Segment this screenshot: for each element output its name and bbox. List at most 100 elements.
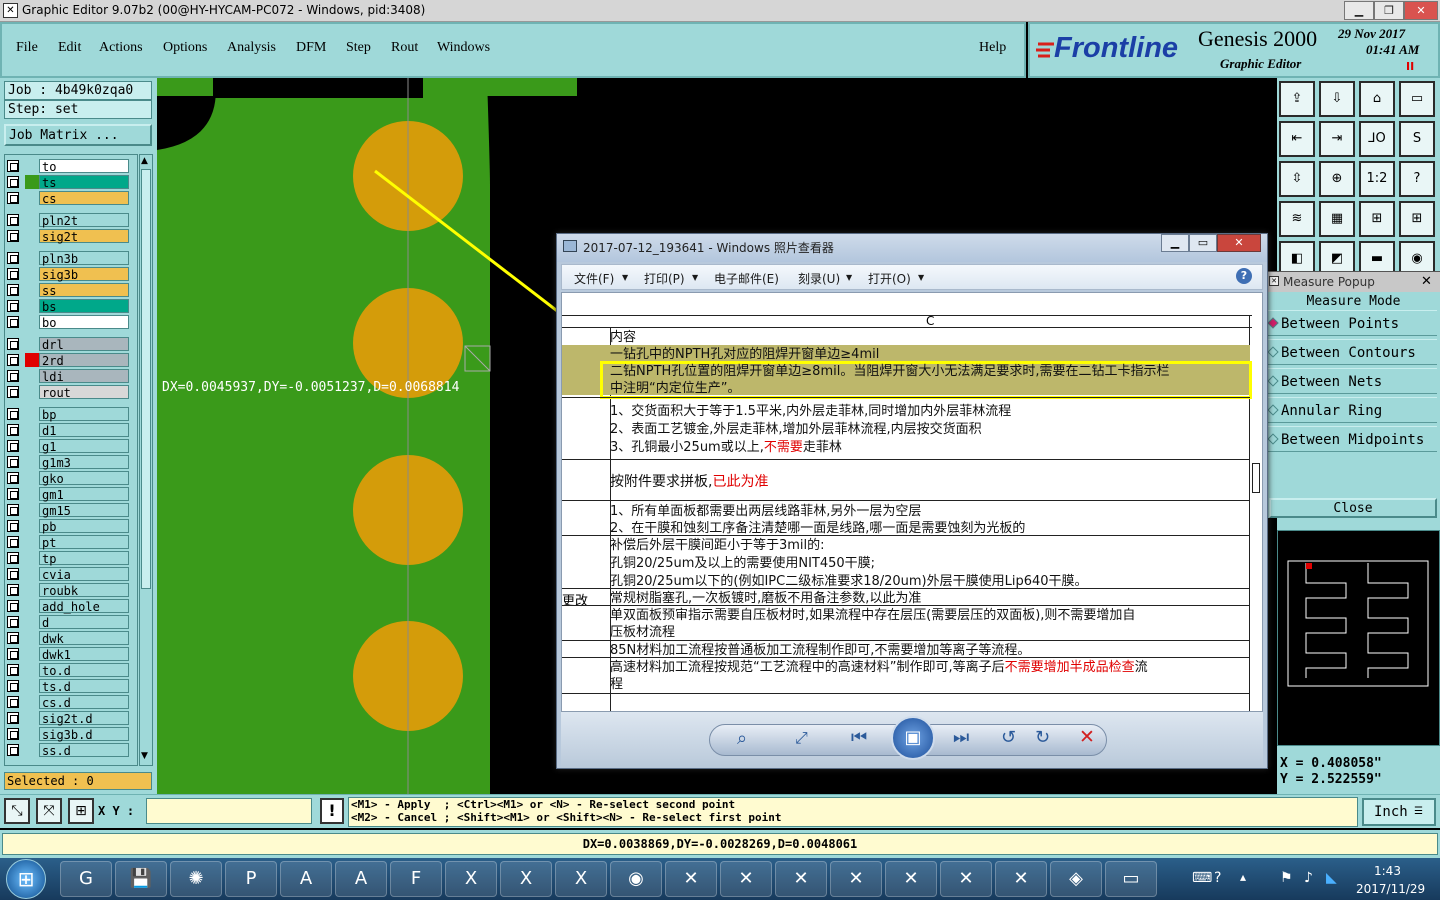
tray-app-icon[interactable]: ◣ <box>1326 870 1337 886</box>
layer-swatch[interactable] <box>25 353 39 367</box>
layer-checkbox[interactable] <box>7 632 19 644</box>
layer-checkbox[interactable] <box>7 664 19 676</box>
tool-button-icon[interactable]: ⇥ <box>1319 121 1355 157</box>
layer-row[interactable]: sig2t <box>7 229 129 244</box>
layer-checkbox[interactable] <box>7 488 19 500</box>
layer-swatch[interactable] <box>25 191 39 205</box>
taskbar-app-icon[interactable]: P <box>225 861 277 897</box>
layer-swatch[interactable] <box>25 743 39 757</box>
layer-name[interactable]: pb <box>39 519 129 534</box>
tool-button-icon[interactable]: ⇤ <box>1279 121 1315 157</box>
layer-row[interactable]: cvia <box>7 567 129 582</box>
taskbar-app-icon[interactable]: ✕ <box>940 861 992 897</box>
layer-checkbox[interactable] <box>7 616 19 628</box>
layer-checkbox[interactable] <box>7 252 19 264</box>
layer-row[interactable]: bs <box>7 299 129 314</box>
layer-name[interactable]: gm15 <box>39 503 129 518</box>
viewer-menu-burn[interactable]: 刻录(U) <box>798 270 840 287</box>
layer-name[interactable]: sig2t.d <box>39 711 129 726</box>
layer-swatch[interactable] <box>25 299 39 313</box>
taskbar-app-icon[interactable]: ◉ <box>610 861 662 897</box>
layer-row[interactable]: drl <box>7 337 129 352</box>
menu-options[interactable]: Options <box>163 40 207 56</box>
layer-swatch[interactable] <box>25 695 39 709</box>
photo-viewer-window[interactable]: 2017-07-12_193641 - Windows 照片查看器 ▁ ▭ ✕ … <box>556 233 1268 769</box>
layer-name[interactable]: d <box>39 615 129 630</box>
layer-name[interactable]: pt <box>39 535 129 550</box>
layer-checkbox[interactable] <box>7 680 19 692</box>
tool-button-icon[interactable]: ? <box>1399 161 1435 197</box>
layer-row[interactable]: roubk <box>7 583 129 598</box>
layer-checkbox[interactable] <box>7 744 19 756</box>
layer-swatch[interactable] <box>25 535 39 549</box>
layer-name[interactable]: 2rd <box>39 353 129 368</box>
layer-checkbox[interactable] <box>7 712 19 724</box>
layer-swatch[interactable] <box>25 471 39 485</box>
layer-row[interactable]: pb <box>7 519 129 534</box>
popup-close-icon[interactable]: ✕ <box>1421 274 1432 289</box>
layer-swatch[interactable] <box>25 647 39 661</box>
layer-checkbox[interactable] <box>7 354 19 366</box>
layer-swatch[interactable] <box>25 503 39 517</box>
tool-button-icon[interactable]: ⊕ <box>1319 161 1355 197</box>
units-select[interactable]: Inch ☰ <box>1362 798 1436 826</box>
scroll-down-icon[interactable]: ▼ <box>141 751 151 761</box>
layer-row[interactable]: cs <box>7 191 129 206</box>
layer-row[interactable]: pln2t <box>7 213 129 228</box>
layer-checkbox[interactable] <box>7 520 19 532</box>
layer-row[interactable]: dwk <box>7 631 129 646</box>
radio-diamond-icon[interactable] <box>1267 317 1279 329</box>
taskbar-app-icon[interactable]: X <box>500 861 552 897</box>
layer-row[interactable]: to <box>7 159 129 174</box>
taskbar-app-icon[interactable]: ✕ <box>830 861 882 897</box>
minimize-button[interactable]: ▁ <box>1344 1 1374 20</box>
layer-name[interactable]: to <box>39 159 129 174</box>
menu-actions[interactable]: Actions <box>99 40 143 56</box>
layer-row[interactable]: gm15 <box>7 503 129 518</box>
layer-row[interactable]: ldi <box>7 369 129 384</box>
layer-name[interactable]: g1 <box>39 439 129 454</box>
layer-row[interactable]: ts <box>7 175 129 190</box>
rotate-left-icon[interactable]: ↺ <box>1001 727 1016 748</box>
layer-swatch[interactable] <box>25 679 39 693</box>
layer-name[interactable]: cvia <box>39 567 129 582</box>
edit-tool-icon[interactable]: ⤧ <box>36 798 62 824</box>
tool-button-icon[interactable]: ⊞ <box>1359 201 1395 237</box>
xy-input[interactable] <box>146 798 312 824</box>
taskbar-app-icon[interactable]: ✕ <box>720 861 772 897</box>
layer-name[interactable]: sig2t <box>39 229 129 244</box>
layer-swatch[interactable] <box>25 663 39 677</box>
layer-row[interactable]: gm1 <box>7 487 129 502</box>
layer-swatch[interactable] <box>25 423 39 437</box>
viewer-minimize-button[interactable]: ▁ <box>1161 234 1189 252</box>
layer-checkbox[interactable] <box>7 386 19 398</box>
layer-swatch[interactable] <box>25 251 39 265</box>
layer-name[interactable]: pln2t <box>39 213 129 228</box>
actual-size-icon[interactable]: ⤢ <box>795 728 808 748</box>
layer-name[interactable]: ss.d <box>39 743 129 758</box>
taskbar-app-icon[interactable]: 💾 <box>115 861 167 897</box>
menu-help[interactable]: Help <box>979 40 1006 56</box>
layer-swatch[interactable] <box>25 727 39 741</box>
layer-name[interactable]: ts.d <box>39 679 129 694</box>
layer-row[interactable]: ss <box>7 283 129 298</box>
layer-checkbox[interactable] <box>7 192 19 204</box>
taskbar-app-icon[interactable]: X <box>555 861 607 897</box>
layer-row[interactable]: gko <box>7 471 129 486</box>
layer-name[interactable]: bo <box>39 315 129 330</box>
layer-name[interactable]: sig3b <box>39 267 129 282</box>
tray-network-icon[interactable]: ⚑ <box>1280 870 1293 886</box>
alert-button[interactable]: ! <box>320 798 344 824</box>
tray-keyboard-icon[interactable]: ⌨ <box>1192 870 1212 886</box>
layer-row[interactable]: sig2t.d <box>7 711 129 726</box>
layer-name[interactable]: tp <box>39 551 129 566</box>
grid-tool-icon[interactable]: ⊞ <box>68 798 94 824</box>
layer-checkbox[interactable] <box>7 472 19 484</box>
tool-button-icon[interactable]: S <box>1399 121 1435 157</box>
tool-button-icon[interactable]: ▭ <box>1399 81 1435 117</box>
menu-rout[interactable]: Rout <box>391 40 418 56</box>
layer-name[interactable]: ldi <box>39 369 129 384</box>
taskbar-app-icon[interactable]: G <box>60 861 112 897</box>
previous-icon[interactable]: ⏮ <box>851 727 867 748</box>
layer-name[interactable]: bp <box>39 407 129 422</box>
